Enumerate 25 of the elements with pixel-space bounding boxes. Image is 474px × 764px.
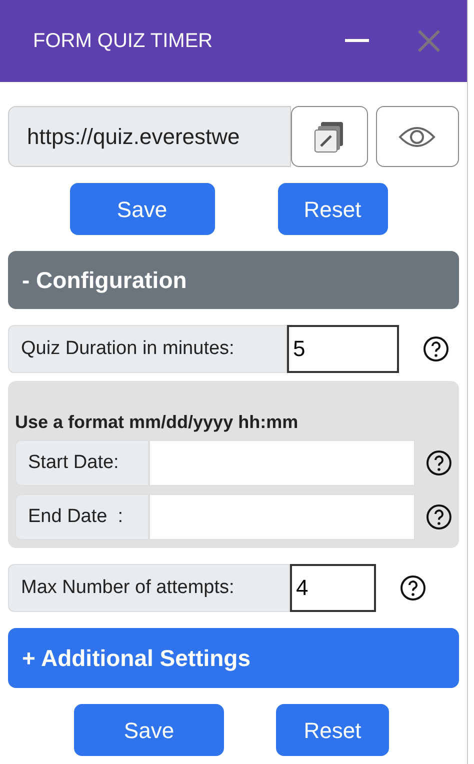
duration-input[interactable]: 5: [287, 325, 399, 373]
minimize-icon[interactable]: [345, 39, 369, 43]
url-field[interactable]: https://quiz.everestwe: [8, 106, 292, 167]
help-icon[interactable]: [426, 450, 452, 476]
attempts-label: Max Number of attempts:: [8, 564, 290, 612]
eye-icon: [398, 124, 436, 148]
date-input[interactable]: [148, 440, 416, 486]
save-button[interactable]: Save: [70, 183, 214, 235]
additional-settings-header[interactable]: + Additional Settings: [8, 628, 459, 688]
help-icon[interactable]: [400, 575, 426, 601]
reset-button[interactable]: Reset: [276, 704, 389, 756]
format-hint: Use a format mm/dd/yyyy hh:mm: [15, 411, 300, 434]
date-label: Start Date:: [15, 440, 149, 486]
help-icon[interactable]: [423, 336, 449, 362]
save-button[interactable]: Save: [74, 704, 224, 756]
reset-button[interactable]: Reset: [278, 183, 388, 235]
date-label: End Date :: [15, 494, 149, 540]
help-icon[interactable]: [426, 504, 452, 530]
attempts-input[interactable]: 4: [290, 564, 376, 612]
open-link-button[interactable]: [291, 106, 368, 167]
date-input[interactable]: [148, 494, 416, 540]
preview-button[interactable]: [376, 106, 459, 167]
configuration-header[interactable]: - Configuration: [8, 251, 459, 309]
window-title: FORM QUIZ TIMER: [33, 29, 213, 54]
duration-label: Quiz Duration in minutes:: [8, 325, 287, 373]
